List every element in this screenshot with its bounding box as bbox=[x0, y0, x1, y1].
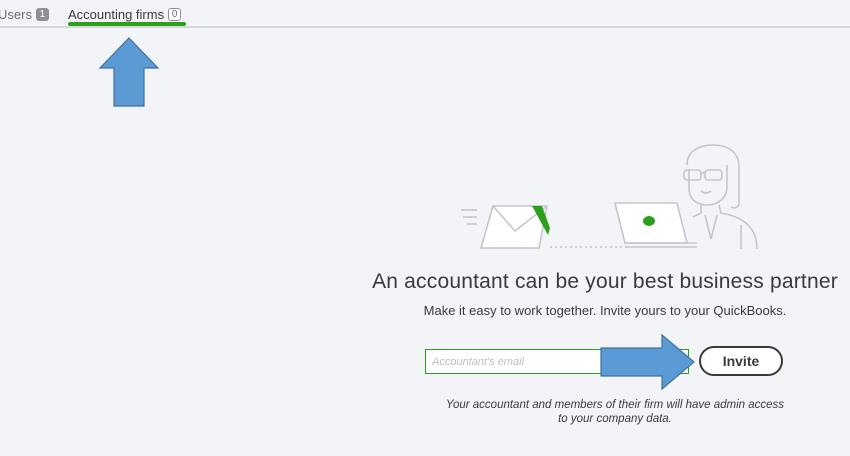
active-tab-indicator bbox=[68, 22, 186, 26]
tab-bar: Users 1 Accounting firms 0 bbox=[0, 0, 850, 28]
tab-accounting-firms-label: Accounting firms bbox=[68, 6, 165, 22]
admin-access-note: Your accountant and members of their fir… bbox=[445, 399, 785, 425]
accountant-person-icon bbox=[683, 144, 758, 250]
empty-state-subline: Make it easy to work together. Invite yo… bbox=[423, 303, 787, 318]
tab-users-count-badge: 1 bbox=[35, 7, 49, 21]
arrow-up-icon bbox=[98, 37, 160, 107]
accountant-illustration bbox=[461, 144, 758, 250]
empty-state-headline: An accountant can be your best business … bbox=[372, 270, 838, 293]
laptop-icon bbox=[613, 202, 697, 248]
tab-accounting-firms[interactable]: Accounting firms 0 bbox=[68, 4, 182, 24]
tab-users[interactable]: Users 1 bbox=[0, 4, 49, 24]
tab-users-label: Users bbox=[0, 6, 32, 22]
tab-accounting-firms-count-badge: 0 bbox=[168, 7, 182, 21]
invite-button[interactable]: Invite bbox=[699, 346, 783, 376]
envelope-icon bbox=[461, 205, 550, 249]
arrow-right-icon bbox=[600, 334, 695, 390]
